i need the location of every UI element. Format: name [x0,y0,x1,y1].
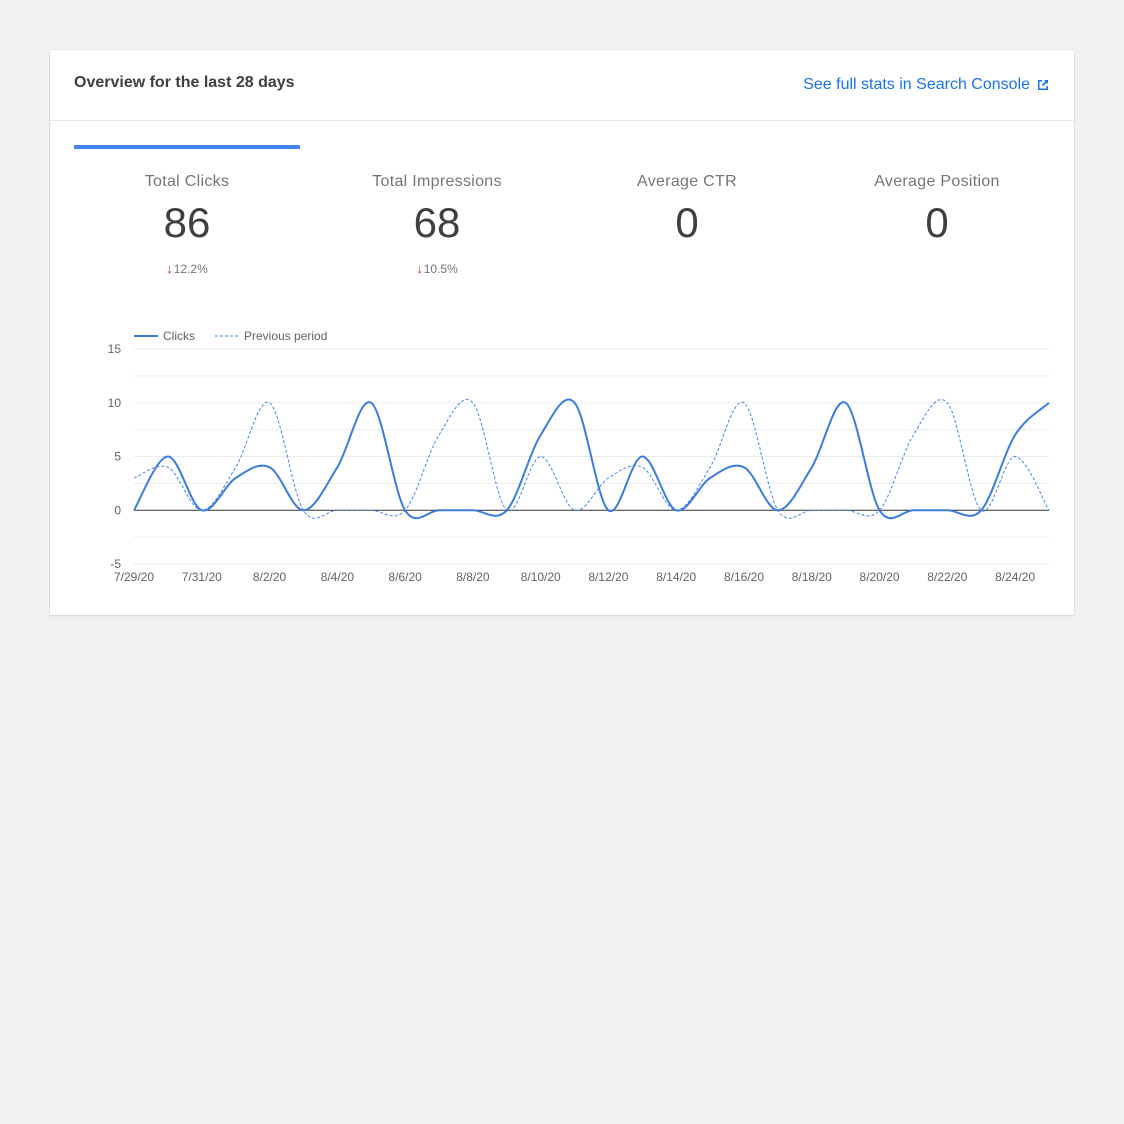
clicks-chart-container: 15 10 5 0 -5 7/29/20 7/31/20 8/2/20 8/4/20 8/6/20… [50,50,1074,620]
x-tick-label: 7/31/20 [182,570,222,584]
y-tick-label: -5 [110,557,121,571]
x-tick-label: 8/6/20 [388,570,422,584]
x-tick-label: 8/20/20 [860,570,900,584]
overview-card: Overview for the last 28 days See full s… [50,50,1074,615]
x-tick-label: 8/4/20 [321,570,355,584]
x-tick-label: 8/18/20 [792,570,832,584]
x-tick-label: 8/8/20 [456,570,490,584]
y-tick-label: 15 [108,342,122,356]
clicks-line-chart: 15 10 5 0 -57/29/20 7/31/20 8/2/20 8/4/20 8/6/20… [108,329,1050,584]
x-tick-label: 8/16/20 [724,570,764,584]
x-tick-label: 8/2/20 [253,570,287,584]
x-tick-label: 8/24/20 [995,570,1035,584]
legend-clicks-label: Clicks [163,329,195,343]
y-tick-label: 5 [114,450,121,464]
x-tick-label: 8/12/20 [588,570,628,584]
x-tick-label: 8/14/20 [656,570,696,584]
x-tick-label: 8/10/20 [521,570,561,584]
y-tick-label: 0 [114,503,121,517]
y-tick-label: 10 [108,396,122,410]
legend-previous-label: Previous period [244,329,327,343]
x-tick-label: 8/22/20 [927,570,967,584]
x-tick-label: 7/29/20 [114,570,154,584]
clicks-line [133,398,1050,520]
